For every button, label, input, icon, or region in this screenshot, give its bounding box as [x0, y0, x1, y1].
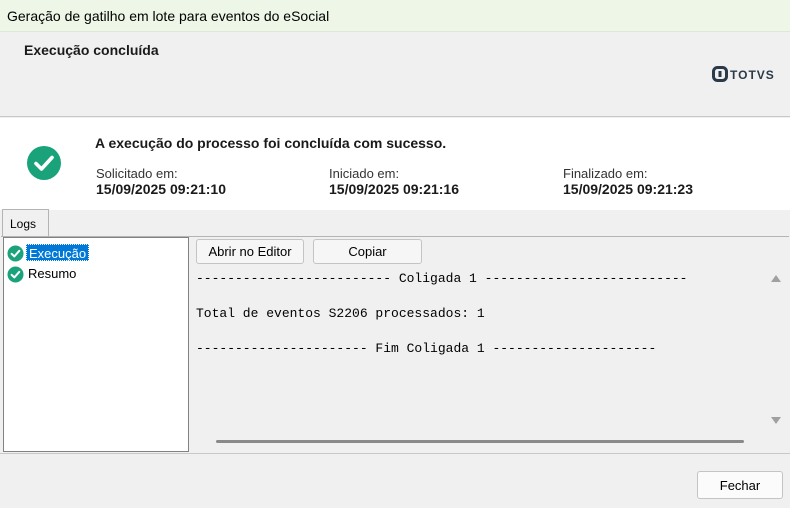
tree-item-label: Execução: [26, 244, 90, 261]
tab-logs[interactable]: Logs: [2, 209, 49, 237]
log-line: ---------------------- Fim Coligada 1 --…: [196, 341, 657, 356]
footer: [0, 453, 790, 508]
close-button[interactable]: Fechar: [697, 471, 783, 499]
log-line: ------------------------- Coligada 1 ---…: [196, 271, 688, 286]
log-line: Total de eventos S2206 processados: 1: [196, 306, 485, 321]
finished-value: 15/09/2025 09:21:23: [563, 181, 693, 197]
horizontal-scrollbar[interactable]: [192, 432, 767, 450]
check-circle-icon: [7, 266, 24, 283]
log-tree: Execução Resumo: [3, 237, 189, 452]
totvs-logo: TOTVS: [712, 66, 782, 84]
started-label: Iniciado em:: [329, 166, 400, 181]
summary-panel: A execução do processo foi concluída com…: [0, 118, 790, 210]
requested-label: Solicitado em:: [96, 166, 178, 181]
tree-item-resumo[interactable]: Resumo: [7, 265, 157, 283]
title-bar: Geração de gatilho em lote para eventos …: [0, 0, 790, 32]
totvs-logo-icon: [712, 66, 728, 82]
scroll-down-icon[interactable]: [771, 417, 781, 424]
started-block: Iniciado em: 15/09/2025 09:21:16: [329, 166, 459, 197]
copy-button[interactable]: Copiar: [313, 239, 422, 264]
check-circle-icon: [7, 245, 24, 262]
tab-logs-label: Logs: [10, 217, 37, 231]
logo-text: TOTVS: [730, 68, 775, 82]
page-title: Execução concluída: [24, 42, 159, 58]
log-output[interactable]: ------------------------- Coligada 1 ---…: [192, 266, 786, 432]
started-value: 15/09/2025 09:21:16: [329, 181, 459, 197]
window-title: Geração de gatilho em lote para eventos …: [7, 8, 330, 24]
finished-block: Finalizado em: 15/09/2025 09:21:23: [563, 166, 693, 197]
header: Execução concluída TOTVS: [0, 32, 790, 117]
requested-value: 15/09/2025 09:21:10: [96, 181, 226, 197]
horizontal-scroll-thumb[interactable]: [216, 440, 744, 443]
tree-item-label: Resumo: [28, 266, 77, 281]
vertical-scrollbar[interactable]: [767, 266, 785, 432]
success-message: A execução do processo foi concluída com…: [95, 135, 447, 151]
tree-item-execucao[interactable]: Execução: [7, 244, 157, 262]
success-check-icon: [27, 146, 61, 180]
finished-label: Finalizado em:: [563, 166, 648, 181]
requested-block: Solicitado em: 15/09/2025 09:21:10: [96, 166, 226, 197]
scroll-up-icon[interactable]: [771, 275, 781, 282]
open-editor-button[interactable]: Abrir no Editor: [196, 239, 304, 264]
